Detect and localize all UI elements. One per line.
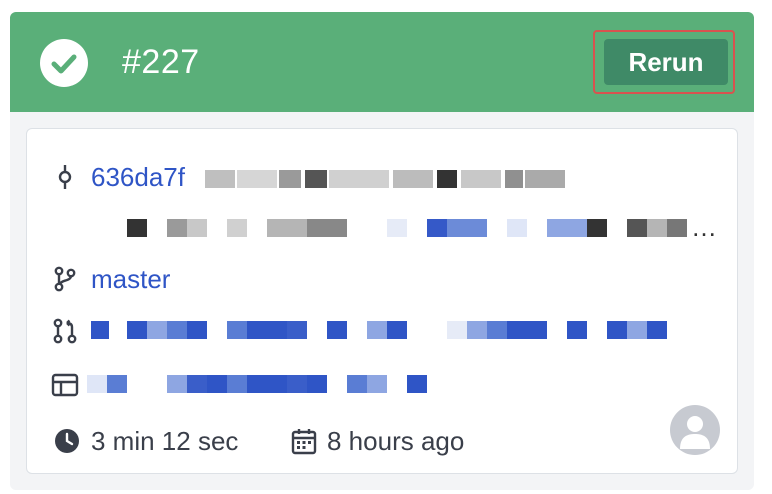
ellipsis: …: [691, 212, 717, 242]
layout-icon: [51, 373, 79, 397]
git-commit-icon: [58, 165, 72, 189]
user-avatar-icon[interactable]: [670, 405, 720, 455]
build-started: 8 hours ago: [327, 426, 465, 456]
build-card: #227 Rerun 636da7f … master 3 min 12 sec…: [10, 12, 754, 490]
check-circle-icon: [40, 39, 88, 87]
pull-request-row: [27, 311, 727, 351]
build-details: 636da7f … master 3 min 12 sec 8 hours ag…: [26, 128, 738, 474]
build-duration: 3 min 12 sec: [91, 426, 239, 456]
branch-link[interactable]: master: [91, 259, 170, 299]
clock-icon: [55, 429, 79, 453]
commit-sha-link[interactable]: 636da7f: [91, 157, 185, 197]
commit-row-continued: …: [27, 207, 727, 247]
build-header: #227 Rerun: [10, 12, 754, 112]
calendar-icon: [291, 429, 317, 455]
branch-row: master: [27, 259, 727, 299]
commit-row: 636da7f: [27, 157, 727, 197]
git-pull-request-icon: [53, 318, 77, 344]
build-number: #227: [122, 43, 200, 81]
pipeline-row: [27, 365, 727, 405]
git-branch-icon: [54, 266, 76, 292]
rerun-button[interactable]: Rerun: [604, 39, 728, 85]
